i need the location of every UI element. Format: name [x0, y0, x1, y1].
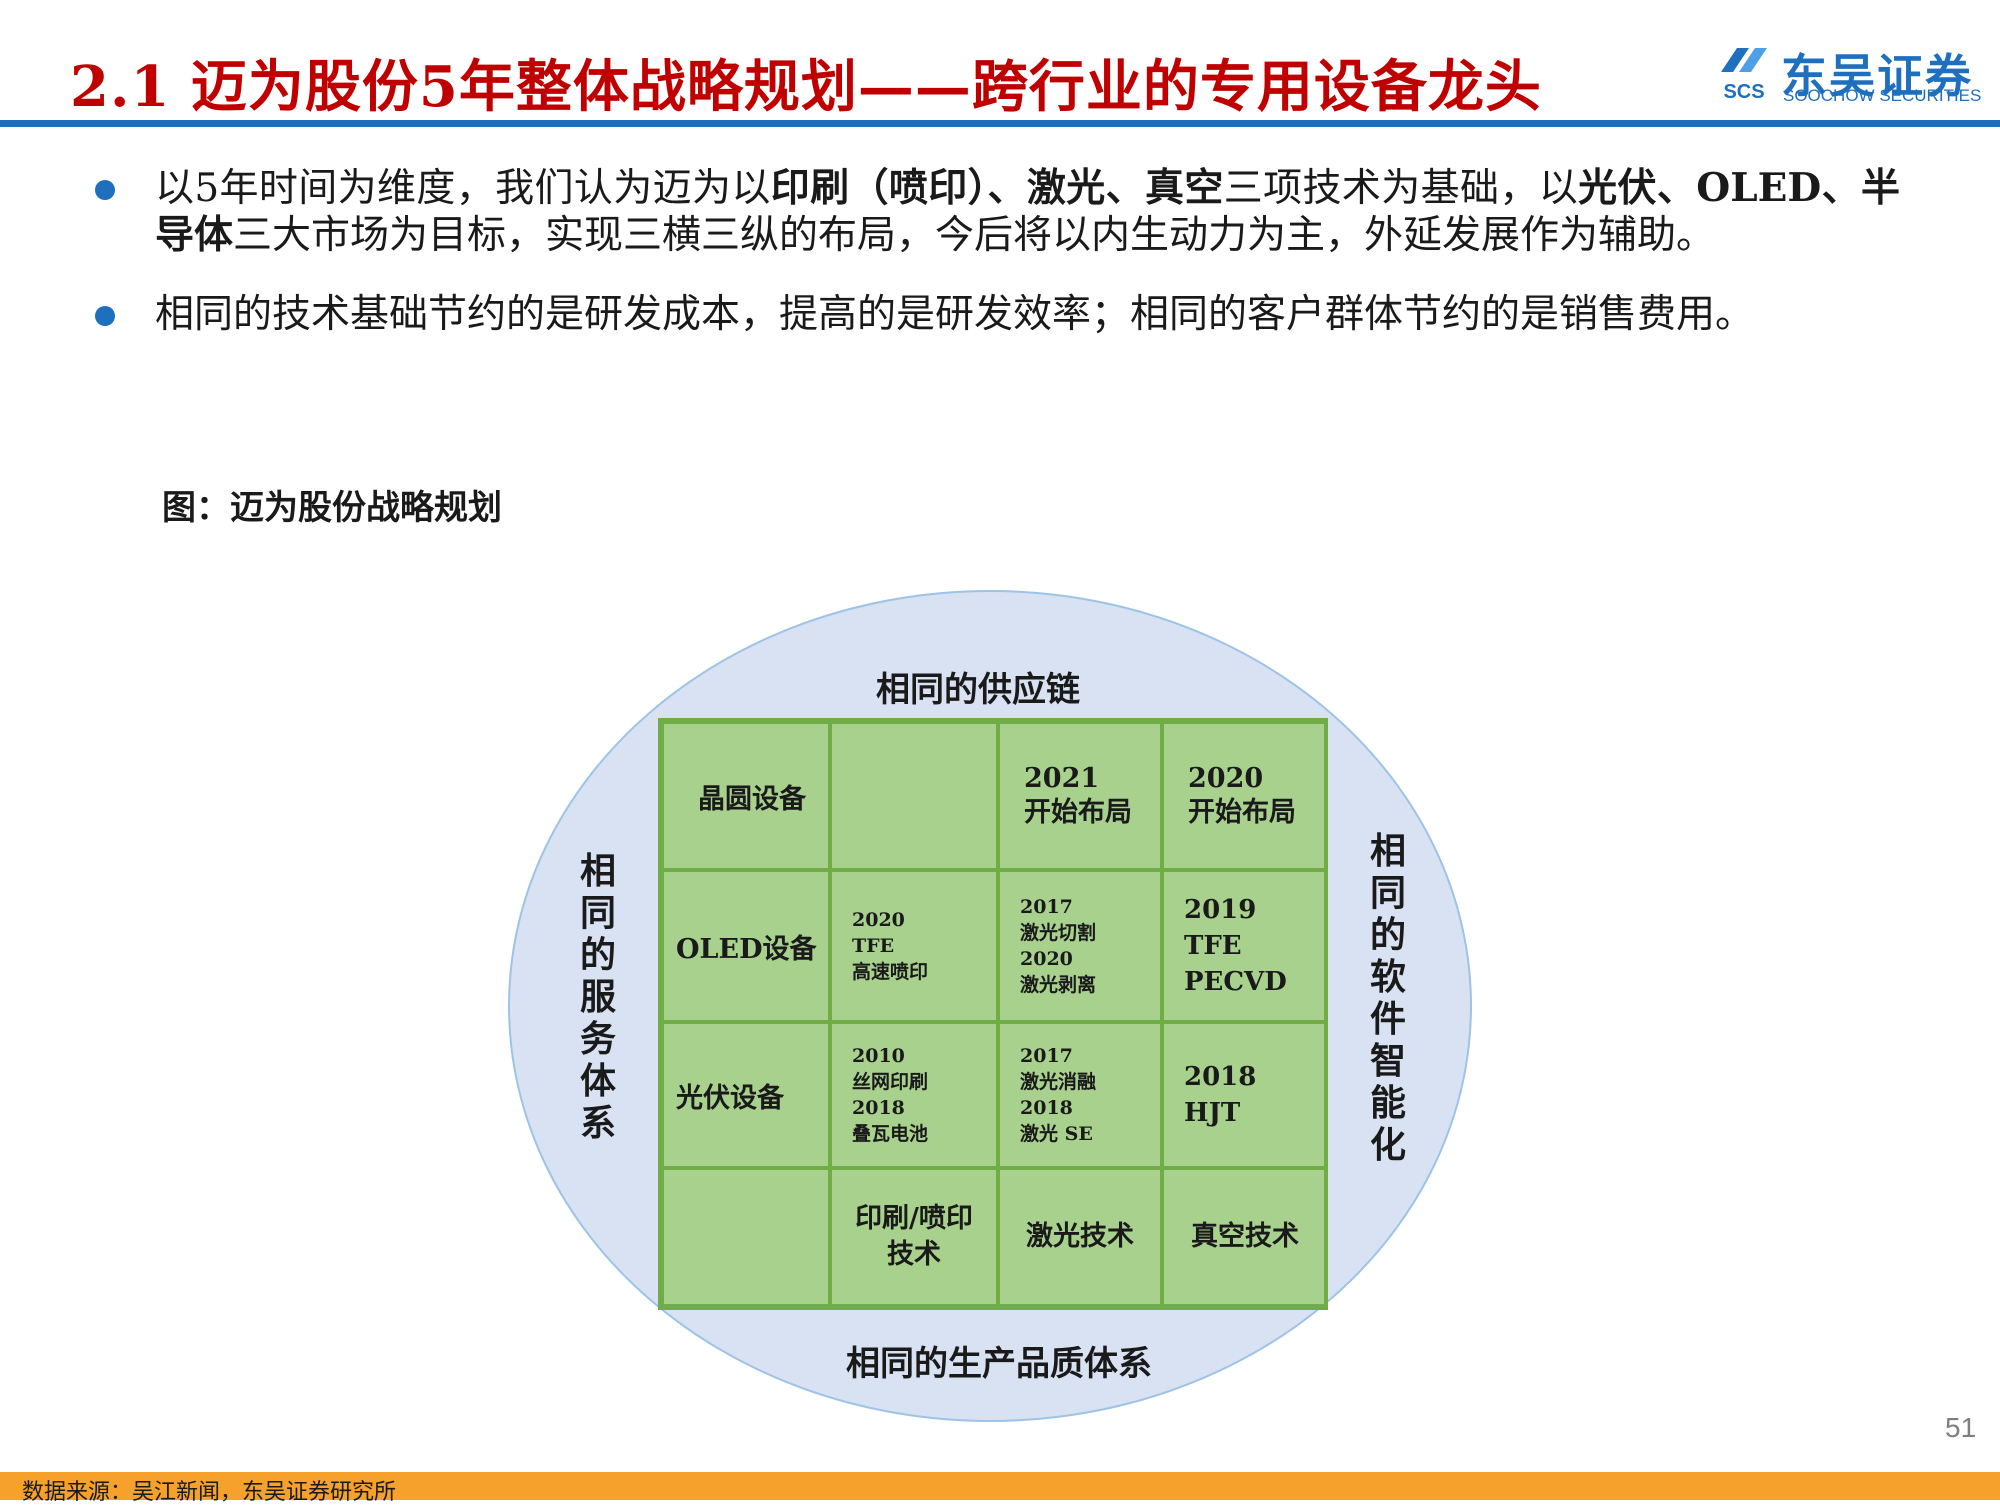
matrix-cell: 2020 TFE 高速喷印	[830, 870, 998, 1022]
left-label: 相同的服务体系	[579, 850, 616, 1144]
scs-logo-icon: SCS	[1717, 48, 1771, 103]
row-head-wafer: 晶圆设备	[662, 722, 830, 870]
logo-mark-text: SCS	[1723, 81, 1764, 103]
row-head-oled: OLED设备	[662, 870, 830, 1022]
tech-vacuum: 真空技术	[1162, 1168, 1328, 1306]
bullet-text: 以5年时间为维度，我们认为迈为以印刷（喷印）、激光、真空三项技术为基础，以光伏、…	[155, 165, 1900, 258]
bullet-dot-icon	[95, 306, 115, 326]
bullet-dot-icon	[95, 180, 115, 200]
matrix-cell: 2018 HJT	[1162, 1022, 1328, 1168]
logo-english-name: SOOCHOW SECURITIES	[1783, 86, 1982, 105]
matrix-cell: 2019 TFE PECVD	[1162, 870, 1328, 1022]
company-logo: SCS 东吴证券 SOOCHOW SECURITIES	[1715, 40, 1981, 110]
matrix-cell	[662, 1168, 830, 1306]
row-head-pv: 光伏设备	[662, 1022, 830, 1168]
matrix-cell: 2010 丝网印刷 2018 叠瓦电池	[830, 1022, 998, 1168]
strategy-matrix: 晶圆设备 2021 开始布局 2020 开始布局 OLED设备 2020 TFE 高速喷…	[658, 718, 1328, 1310]
bullet-list: 以5年时间为维度，我们认为迈为以印刷（喷印）、激光、真空三项技术为基础，以光伏、…	[90, 165, 1900, 370]
page-number: 51	[1945, 1412, 1977, 1443]
top-label: 相同的供应链	[876, 670, 1080, 710]
right-label: 相同的软件智能化	[1369, 830, 1406, 1166]
tech-printing: 印刷/喷印 技术	[830, 1168, 998, 1306]
matrix-cell: 2020 开始布局	[1162, 722, 1328, 870]
tech-laser: 激光技术	[998, 1168, 1162, 1306]
bullet-item-1: 以5年时间为维度，我们认为迈为以印刷（喷印）、激光、真空三项技术为基础，以光伏、…	[90, 165, 1900, 259]
header-divider	[0, 120, 2000, 127]
matrix-cell: 2017 激光消融 2018 激光 SE	[998, 1022, 1162, 1168]
figure-caption: 图：迈为股份战略规划	[162, 488, 502, 528]
page-title: 2.1 迈为股份5年整体战略规划——跨行业的专用设备龙头	[70, 54, 1542, 120]
matrix-cell	[830, 722, 998, 870]
bullet-item-2: 相同的技术基础节约的是研发成本，提高的是研发效率；相同的客户群体节约的是销售费用…	[90, 291, 1900, 338]
source-note: 数据来源：吴江新闻，东吴证券研究所	[22, 1480, 397, 1505]
matrix-cell: 2017 激光切割 2020 激光剥离	[998, 870, 1162, 1022]
bottom-label: 相同的生产品质体系	[846, 1344, 1152, 1384]
matrix-cell: 2021 开始布局	[998, 722, 1162, 870]
bullet-text: 相同的技术基础节约的是研发成本，提高的是研发效率；相同的客户群体节约的是销售费用…	[155, 292, 1755, 337]
